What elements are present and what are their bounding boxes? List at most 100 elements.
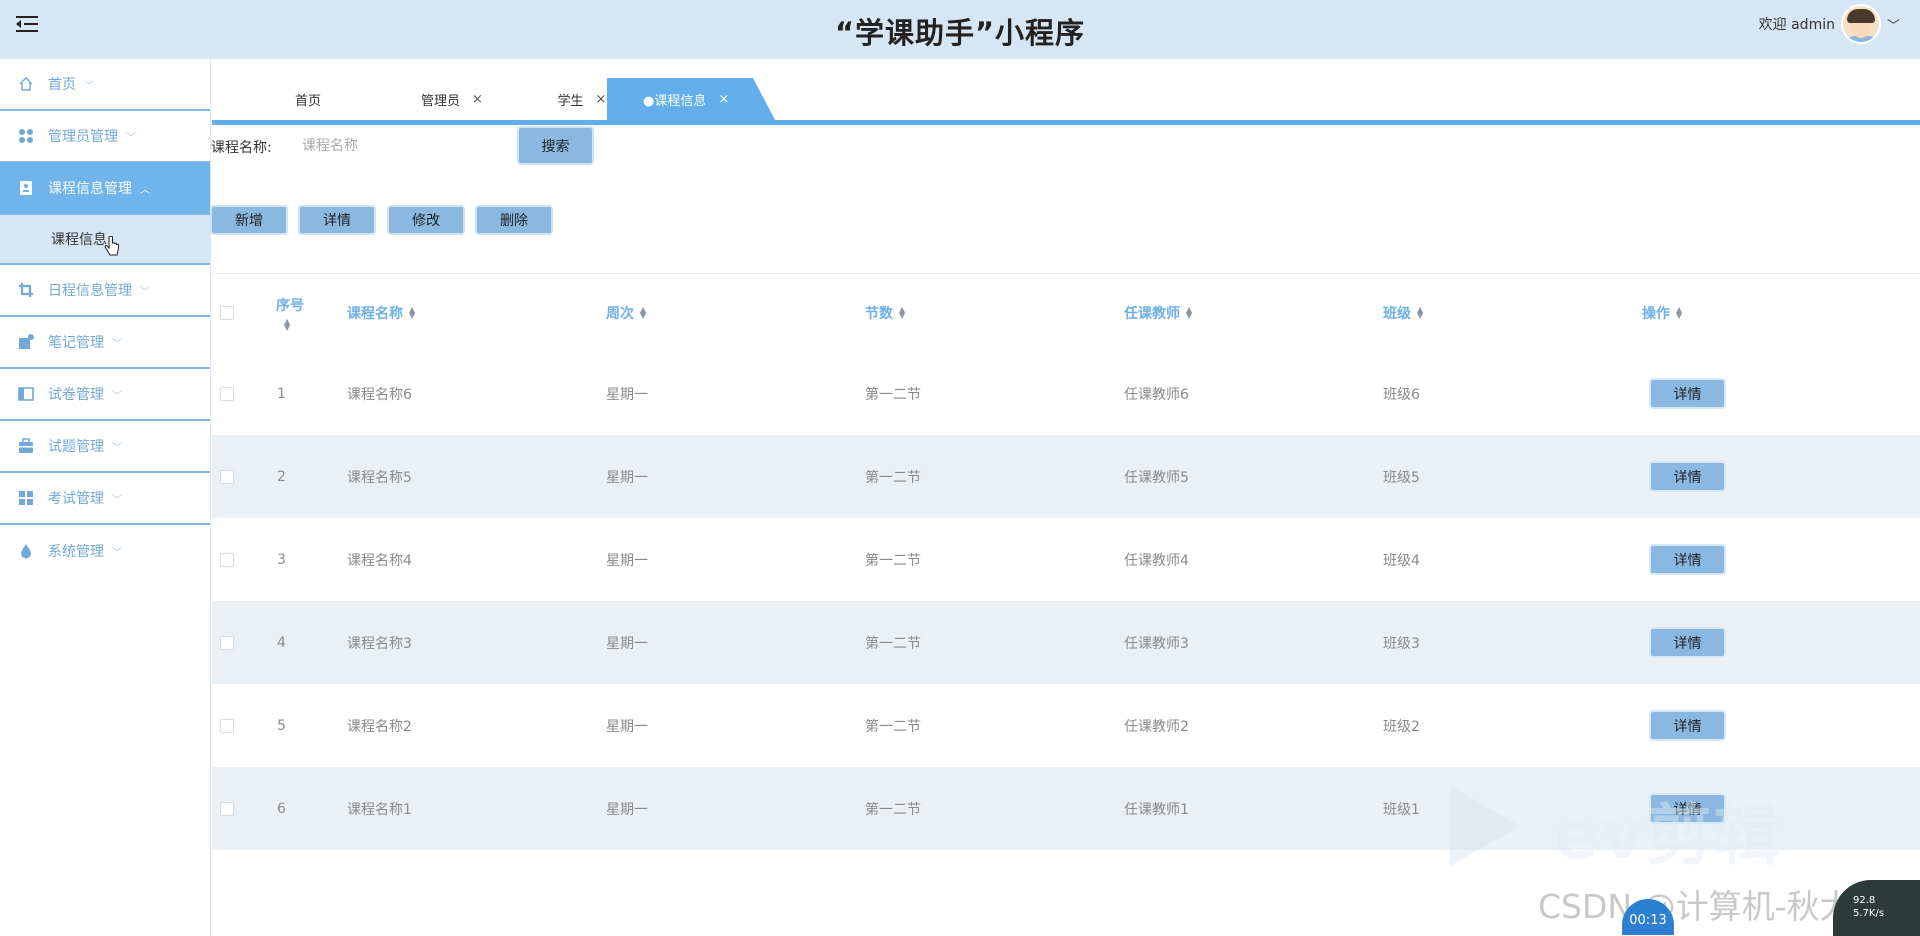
column-header-index[interactable]: 序号 ▲ ▼ [276, 274, 304, 352]
cell-class: 班级5 [1383, 469, 1420, 486]
cell-section: 第一二节 [865, 386, 921, 403]
column-header-label: 序号 [276, 298, 304, 314]
close-icon[interactable]: × [718, 92, 729, 107]
row-checkbox[interactable] [220, 386, 234, 401]
cell-teacher: 任课教师2 [1124, 718, 1189, 735]
cell-course-name: 课程名称5 [347, 469, 412, 486]
sort-icon[interactable]: ▲ ▼ [284, 318, 290, 332]
tab-label: ●课程信息 [643, 93, 707, 109]
sort-icon[interactable]: ▲ ▼ [1676, 306, 1682, 320]
sort-icon[interactable]: ▲ ▼ [1186, 306, 1192, 320]
tab-home[interactable]: 首页 [258, 78, 358, 120]
table-row[interactable]: 1 课程名称6 星期一 第一二节 任课教师6 班级6 详情 [212, 352, 1920, 435]
add-button[interactable]: 新增 [210, 205, 288, 235]
panel-icon [18, 386, 34, 402]
drop-icon [18, 543, 34, 559]
table-row[interactable]: 3 课程名称4 星期一 第一二节 任课教师4 班级4 详情 [212, 518, 1920, 601]
select-all-checkbox[interactable] [220, 306, 234, 320]
sidebar-item-home[interactable]: 首页 ﹀ [0, 59, 210, 111]
search-label: 课程名称: [211, 140, 272, 156]
row-checkbox[interactable] [220, 552, 234, 567]
network-download: 5.7K/s [1853, 908, 1885, 919]
row-checkbox[interactable] [220, 635, 234, 650]
close-icon[interactable]: × [472, 92, 483, 107]
table-row[interactable]: 2 课程名称5 星期一 第一二节 任课教师5 班级5 详情 [212, 435, 1920, 518]
welcome-text: 欢迎 admin [1758, 17, 1835, 33]
cell-week: 星期一 [606, 552, 648, 569]
chevron-down-icon[interactable]: ﹀ [1887, 15, 1900, 34]
chevron-down-icon: ﹀ [112, 442, 122, 454]
sidebar-item-label: 管理员管理 [48, 129, 118, 145]
row-detail-button[interactable]: 详情 [1649, 544, 1726, 575]
delete-button[interactable]: 删除 [475, 205, 553, 235]
detail-button[interactable]: 详情 [298, 205, 376, 235]
sort-icon[interactable]: ▲ ▼ [640, 306, 646, 320]
sidebar-item-notes[interactable]: 笔记管理 ﹀ [0, 317, 210, 369]
row-checkbox[interactable] [220, 718, 234, 733]
table-header: 序号 ▲ ▼ 课程名称 ▲ ▼ 周次 ▲ ▼ 节数 ▲ ▼ 任课教师 ▲ ▼ 班级 ▲ ▼ … [212, 274, 1920, 352]
sidebar-item-label: 试题管理 [48, 439, 104, 455]
sidebar-item-schedule[interactable]: 日程信息管理 ﹀ [0, 265, 210, 317]
network-speed-widget: 92.8 5.7K/s [1833, 880, 1920, 936]
column-header-section[interactable]: 节数 ▲ ▼ [865, 274, 905, 352]
row-select-cell [220, 435, 234, 518]
sidebar-item-system[interactable]: 系统管理 ﹀ [0, 525, 210, 577]
sidebar-item-papers[interactable]: 试卷管理 ﹀ [0, 369, 210, 421]
network-upload: 92.8 [1853, 895, 1876, 906]
row-detail-button[interactable]: 详情 [1649, 710, 1726, 741]
row-detail-button[interactable]: 详情 [1649, 627, 1726, 658]
tab-admin[interactable]: 管理员 × [392, 78, 512, 120]
chevron-down-icon: ﹀ [112, 338, 122, 350]
sort-icon[interactable]: ▲ ▼ [1417, 306, 1423, 320]
sidebar: 首页 ﹀ 管理员管理 ﹀ 课程信息管理 ︿ 课程信息 日程信息管理 ﹀ 笔记管理… [0, 59, 211, 936]
column-header-teacher[interactable]: 任课教师 ▲ ▼ [1124, 274, 1192, 352]
table-row[interactable]: 4 课程名称3 星期一 第一二节 任课教师3 班级3 详情 [212, 601, 1920, 684]
home-icon [18, 76, 34, 92]
sidebar-item-admin[interactable]: 管理员管理 ﹀ [0, 111, 210, 163]
chevron-up-icon: ︿ [140, 184, 150, 196]
row-detail-button[interactable]: 详情 [1649, 378, 1726, 409]
cell-actions: 详情 [1649, 352, 1726, 435]
sidebar-item-label: 日程信息管理 [48, 283, 132, 299]
sidebar-item-questions[interactable]: 试题管理 ﹀ [0, 421, 210, 473]
cell-section: 第一二节 [865, 469, 921, 486]
cell-course-name: 课程名称6 [347, 386, 412, 403]
column-header-actions[interactable]: 操作 ▲ ▼ [1642, 274, 1682, 352]
tab-label: 管理员 [421, 93, 461, 109]
column-header-week[interactable]: 周次 ▲ ▼ [606, 274, 646, 352]
avatar[interactable] [1840, 4, 1881, 44]
column-header-label: 周次 [606, 306, 634, 322]
chevron-down-icon: ﹀ [140, 286, 150, 298]
sidebar-item-course-info[interactable]: 课程信息管理 ︿ [0, 163, 210, 215]
cell-section: 第一二节 [865, 635, 921, 652]
crop-icon [18, 282, 34, 298]
close-icon[interactable]: × [596, 92, 607, 107]
search-button[interactable]: 搜索 [517, 126, 594, 165]
cell-section: 第一二节 [865, 718, 921, 735]
select-all-cell [220, 274, 234, 352]
row-select-cell [220, 601, 234, 684]
row-select-cell [220, 352, 234, 435]
row-checkbox[interactable] [220, 469, 234, 484]
chevron-down-icon: ﹀ [112, 494, 122, 506]
column-header-label: 操作 [1642, 306, 1670, 322]
cell-course-name: 课程名称1 [347, 801, 412, 818]
tab-bar: 首页 管理员 × 学生 × ●课程信息 × [212, 78, 1920, 120]
sidebar-item-label: 首页 [48, 77, 76, 93]
tab-course-info[interactable]: ●课程信息 × [607, 78, 775, 120]
column-header-label: 节数 [865, 306, 893, 322]
sort-icon[interactable]: ▲ ▼ [899, 306, 905, 320]
row-detail-button[interactable]: 详情 [1649, 461, 1726, 492]
column-header-class[interactable]: 班级 ▲ ▼ [1383, 274, 1423, 352]
sort-icon[interactable]: ▲ ▼ [409, 306, 415, 320]
user-menu[interactable]: 欢迎 admin ﹀ [1758, 4, 1900, 44]
sidebar-item-exams[interactable]: 考试管理 ﹀ [0, 473, 210, 525]
sidebar-item-label: 考试管理 [48, 491, 104, 507]
cell-index: 3 [277, 551, 286, 568]
table-row[interactable]: 5 课程名称2 星期一 第一二节 任课教师2 班级2 详情 [212, 684, 1920, 767]
cell-teacher: 任课教师4 [1124, 552, 1189, 569]
column-header-course-name[interactable]: 课程名称 ▲ ▼ [347, 274, 415, 352]
row-checkbox[interactable] [220, 801, 234, 816]
course-name-search-input[interactable] [290, 129, 510, 163]
edit-button[interactable]: 修改 [387, 205, 465, 235]
